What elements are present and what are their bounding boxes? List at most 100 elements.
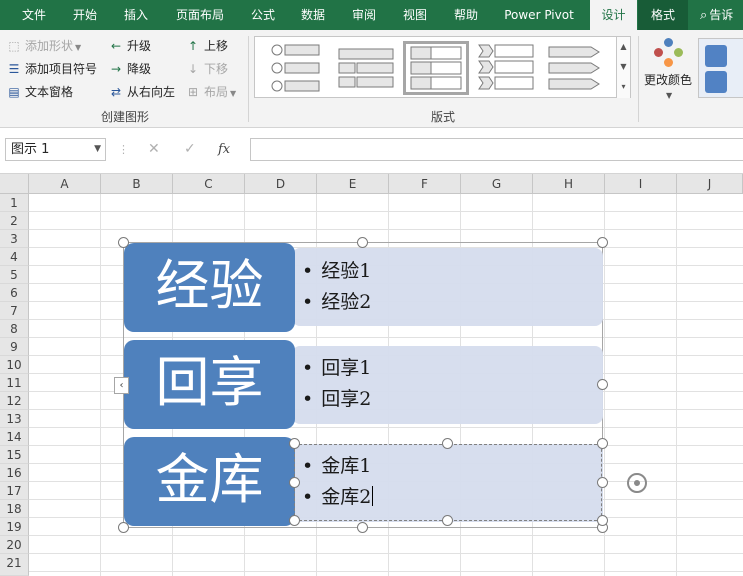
gridline bbox=[29, 571, 743, 572]
move-up-button[interactable]: ↑ 上移 bbox=[185, 36, 228, 56]
row-header[interactable]: 18 bbox=[0, 500, 29, 518]
row-header[interactable]: 19 bbox=[0, 518, 29, 536]
column-header[interactable]: G bbox=[461, 174, 533, 194]
column-header[interactable]: C bbox=[173, 174, 245, 194]
row-header[interactable]: 3 bbox=[0, 230, 29, 248]
tell-me-box[interactable]: ⌕ 告诉 bbox=[700, 0, 743, 30]
resize-handle[interactable] bbox=[597, 237, 608, 248]
row-header[interactable]: 5 bbox=[0, 266, 29, 284]
resize-handle[interactable] bbox=[118, 522, 129, 533]
tab-review[interactable]: 审阅 bbox=[339, 0, 389, 30]
column-header[interactable]: D bbox=[245, 174, 317, 194]
row-header[interactable]: 20 bbox=[0, 536, 29, 554]
shape-handle[interactable] bbox=[442, 515, 453, 526]
tab-view[interactable]: 视图 bbox=[390, 0, 440, 30]
column-header[interactable]: F bbox=[389, 174, 461, 194]
row-header[interactable]: 8 bbox=[0, 320, 29, 338]
layout-button[interactable]: ⊞ 布局 ▼ bbox=[185, 82, 236, 102]
resize-handle[interactable] bbox=[597, 379, 608, 390]
bullet-list-2[interactable]: 回享1 回享2 bbox=[302, 353, 371, 415]
row-header[interactable]: 15 bbox=[0, 446, 29, 464]
row-header[interactable]: 21 bbox=[0, 554, 29, 576]
column-header[interactable]: I bbox=[605, 174, 677, 194]
gallery-more-button[interactable]: ▾ bbox=[616, 77, 630, 98]
right-to-left-button[interactable]: ⇄ 从右向左 bbox=[108, 82, 175, 102]
tab-power-pivot[interactable]: Power Pivot bbox=[494, 0, 584, 30]
change-colors-icon[interactable] bbox=[652, 38, 688, 68]
shape-handle[interactable] bbox=[597, 438, 608, 449]
gridline bbox=[676, 194, 677, 576]
tab-format[interactable]: 格式 bbox=[638, 0, 688, 30]
shape-handle[interactable] bbox=[442, 438, 453, 449]
resize-handle[interactable] bbox=[357, 522, 368, 533]
tab-formulas[interactable]: 公式 bbox=[240, 0, 286, 30]
move-down-button[interactable]: ↓ 下移 bbox=[185, 59, 228, 79]
layout-thumb-stacked[interactable] bbox=[333, 41, 399, 95]
swap-icon: ⇄ bbox=[110, 85, 122, 99]
formula-input[interactable] bbox=[250, 138, 743, 161]
row-header[interactable]: 9 bbox=[0, 338, 29, 356]
layout-thumb-horizontal-bullet[interactable] bbox=[403, 41, 469, 95]
gallery-scroll-up[interactable]: ▲ bbox=[616, 37, 630, 57]
chevron-down-icon[interactable]: ▼ bbox=[666, 86, 672, 106]
title-block-1[interactable]: 经验 bbox=[124, 243, 295, 332]
row-header[interactable]: 16 bbox=[0, 464, 29, 482]
layout-thumb-arrow[interactable] bbox=[543, 41, 609, 95]
row-header[interactable]: 12 bbox=[0, 392, 29, 410]
gallery-scroll-down[interactable]: ▼ bbox=[616, 57, 630, 77]
tab-page-layout[interactable]: 页面布局 bbox=[165, 0, 235, 30]
row-header[interactable]: 11 bbox=[0, 374, 29, 392]
bullet-item: 经验1 bbox=[302, 256, 371, 287]
smartart-style-thumb[interactable] bbox=[698, 38, 743, 98]
shape-handle[interactable] bbox=[597, 515, 608, 526]
gridline bbox=[29, 535, 743, 536]
promote-button[interactable]: ← 升级 bbox=[108, 36, 151, 56]
column-header[interactable]: A bbox=[29, 174, 101, 194]
row-header[interactable]: 7 bbox=[0, 302, 29, 320]
shape-handle[interactable] bbox=[289, 477, 300, 488]
row-header[interactable]: 1 bbox=[0, 194, 29, 212]
row-header[interactable]: 17 bbox=[0, 482, 29, 500]
select-all-corner[interactable] bbox=[0, 174, 29, 194]
insert-function-button[interactable]: fx bbox=[218, 138, 230, 161]
cancel-icon[interactable]: ✕ bbox=[148, 138, 160, 161]
column-header[interactable]: E bbox=[317, 174, 389, 194]
row-header[interactable]: 4 bbox=[0, 248, 29, 266]
column-header[interactable]: H bbox=[533, 174, 605, 194]
row-header[interactable]: 14 bbox=[0, 428, 29, 446]
column-header[interactable]: J bbox=[677, 174, 743, 194]
column-header[interactable]: B bbox=[101, 174, 173, 194]
resize-handle[interactable] bbox=[357, 237, 368, 248]
text-pane-button[interactable]: ▤ 文本窗格 bbox=[6, 82, 73, 102]
name-box[interactable]: 图示 1 ▼ bbox=[5, 138, 106, 161]
tab-design[interactable]: 设计 bbox=[590, 0, 637, 30]
title-block-3[interactable]: 金库 bbox=[124, 437, 295, 526]
tab-help[interactable]: 帮助 bbox=[441, 0, 491, 30]
add-shape-button[interactable]: ⬚ 添加形状 ▼ bbox=[6, 36, 81, 56]
shape-handle[interactable] bbox=[597, 477, 608, 488]
demote-button[interactable]: → 降级 bbox=[108, 59, 151, 79]
tab-data[interactable]: 数据 bbox=[288, 0, 338, 30]
bullet-list-3[interactable]: 金库1 金库2 bbox=[302, 451, 374, 513]
shape-handle[interactable] bbox=[289, 438, 300, 449]
row-header[interactable]: 6 bbox=[0, 284, 29, 302]
tab-home[interactable]: 开始 bbox=[60, 0, 110, 30]
title-block-2[interactable]: 回享 bbox=[124, 340, 295, 429]
color-dot bbox=[664, 58, 673, 67]
text-pane-toggle[interactable]: ‹ bbox=[114, 377, 129, 394]
tab-insert[interactable]: 插入 bbox=[110, 0, 162, 30]
bullet-list-1[interactable]: 经验1 经验2 bbox=[302, 256, 371, 318]
enter-icon[interactable]: ✓ bbox=[184, 138, 196, 161]
row-header[interactable]: 13 bbox=[0, 410, 29, 428]
tab-file[interactable]: 文件 bbox=[4, 0, 64, 30]
resize-handle[interactable] bbox=[118, 237, 129, 248]
color-dot bbox=[664, 38, 673, 47]
layout-thumb-circles[interactable] bbox=[263, 41, 329, 95]
row-header[interactable]: 2 bbox=[0, 212, 29, 230]
rotate-handle-icon[interactable] bbox=[627, 473, 647, 493]
layout-thumb-chevron[interactable] bbox=[473, 41, 539, 95]
row-header[interactable]: 10 bbox=[0, 356, 29, 374]
chevron-down-icon[interactable]: ▼ bbox=[94, 139, 101, 160]
add-bullet-button[interactable]: ☰ 添加项目符号 bbox=[6, 59, 97, 79]
shape-handle[interactable] bbox=[289, 515, 300, 526]
